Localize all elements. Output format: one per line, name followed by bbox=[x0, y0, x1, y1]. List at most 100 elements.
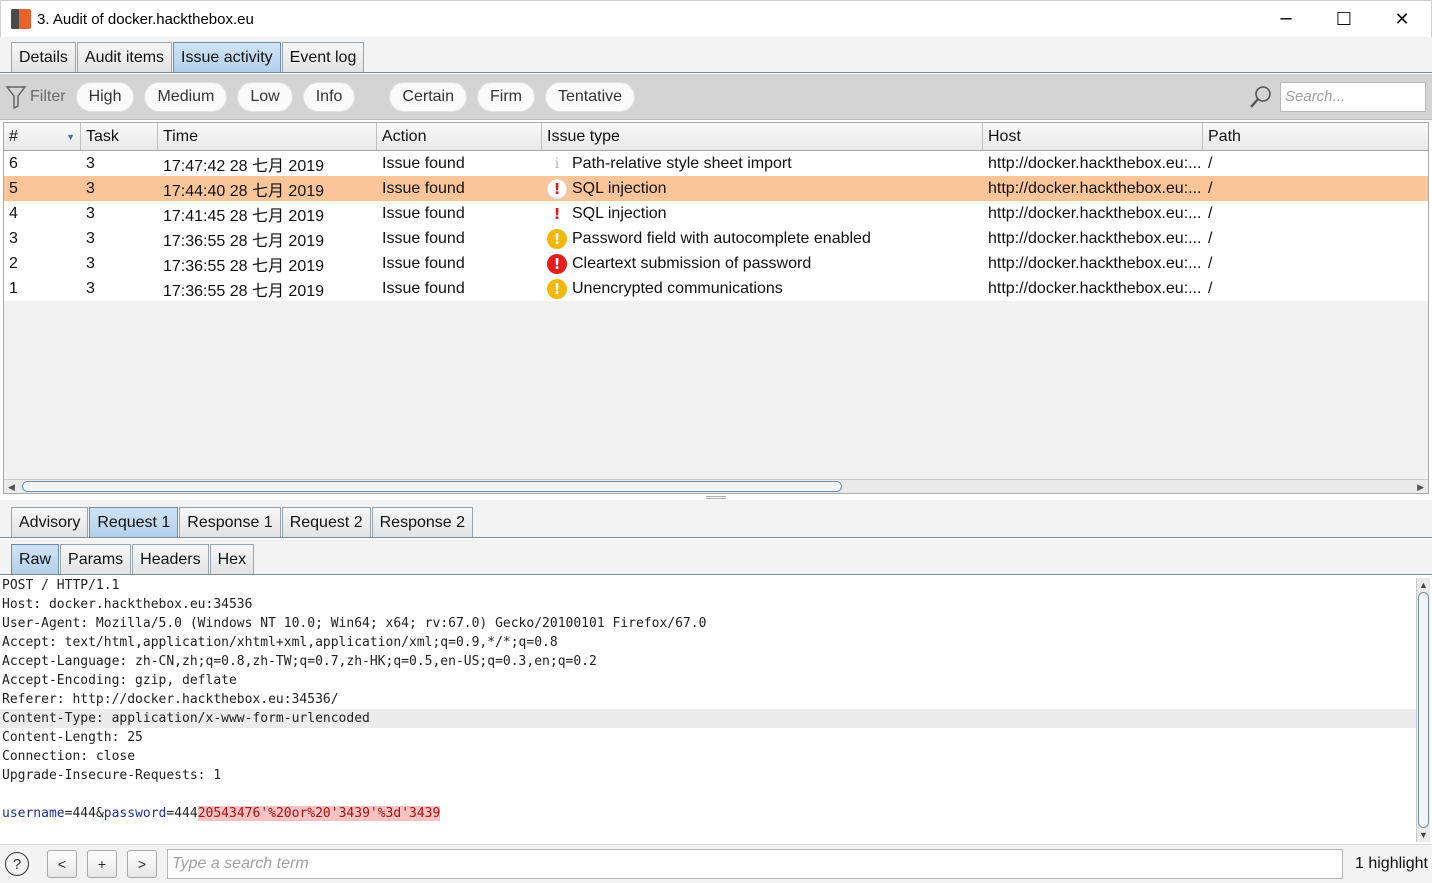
help-icon[interactable]: ? bbox=[5, 852, 29, 876]
window-titlebar: 3. Audit of docker.hackthebox.eu ─ ☐ ✕ bbox=[0, 0, 1432, 37]
issue-activity-table: # ▼ Task Time Action Issue type Host Path… bbox=[3, 122, 1429, 494]
severity-high-icon: ! bbox=[547, 178, 567, 199]
table-row[interactable]: 2 3 17:36:55 28 七月 2019 Issue found! Clearte… bbox=[4, 251, 1428, 276]
cell-action: Issue found bbox=[382, 229, 465, 247]
scrollbar-thumb[interactable] bbox=[22, 481, 842, 492]
vertical-scrollbar[interactable]: ▲ ▼ bbox=[1416, 578, 1430, 842]
burp-app-icon bbox=[11, 9, 31, 29]
cell-time: 17:44:40 28 七月 2019 bbox=[163, 182, 325, 200]
table-header: # ▼ Task Time Action Issue type Host Path bbox=[4, 123, 1428, 151]
column-header-task[interactable]: Task bbox=[81, 123, 158, 150]
cell-action: Issue found bbox=[382, 204, 465, 222]
cell-time: 17:36:55 28 七月 2019 bbox=[163, 282, 325, 300]
filter-label[interactable]: Filter bbox=[30, 88, 66, 106]
raw-request-line: Accept-Encoding: gzip, deflate bbox=[2, 673, 237, 688]
cell-host: http://docker.hackthebox.eu:... bbox=[988, 279, 1202, 297]
window-title: 3. Audit of docker.hackthebox.eu bbox=[37, 10, 254, 28]
raw-request-line: Host: docker.hackthebox.eu:34536 bbox=[2, 597, 253, 612]
cell-issue-type: ! SQL injection bbox=[542, 201, 983, 226]
cell-task: 3 bbox=[86, 254, 95, 272]
raw-request-line: Content-Length: 25 bbox=[2, 730, 143, 745]
raw-request-line: POST / HTTP/1.1 bbox=[2, 578, 120, 593]
cell-path: / bbox=[1208, 204, 1213, 222]
tab-advisory[interactable]: Advisory bbox=[11, 507, 89, 537]
table-row[interactable]: 3 3 17:36:55 28 七月 2019 Issue found! Passwor… bbox=[4, 226, 1428, 251]
issue-type-label: SQL injection bbox=[572, 179, 667, 197]
tab-audit-items[interactable]: Audit items bbox=[76, 42, 173, 72]
column-header-time[interactable]: Time bbox=[158, 123, 377, 150]
raw-request-editor[interactable]: POST / HTTP/1.1 Host: docker.hackthebox.e… bbox=[0, 576, 1416, 842]
close-button[interactable]: ✕ bbox=[1373, 1, 1431, 37]
previous-match-button[interactable]: < bbox=[47, 850, 77, 878]
tab-request-1[interactable]: Request 1 bbox=[89, 507, 179, 537]
cell-time: 17:41:45 28 七月 2019 bbox=[163, 207, 325, 225]
cell-path: / bbox=[1208, 154, 1213, 172]
tab-headers[interactable]: Headers bbox=[132, 544, 209, 574]
tab-response-1[interactable]: Response 1 bbox=[179, 507, 281, 537]
tab-details[interactable]: Details bbox=[11, 42, 76, 72]
tab-raw[interactable]: Raw bbox=[11, 544, 60, 574]
filter-chip-tentative[interactable]: Tentative bbox=[544, 81, 636, 112]
tab-params[interactable]: Params bbox=[60, 544, 132, 574]
table-row[interactable]: 5 3 17:44:40 28 七月 2019 Issue found! SQL inj… bbox=[4, 176, 1428, 201]
tab-issue-activity[interactable]: Issue activity bbox=[173, 42, 281, 72]
scrollbar-thumb[interactable] bbox=[1418, 592, 1429, 828]
column-header-path[interactable]: Path bbox=[1203, 123, 1428, 150]
maximize-button[interactable]: ☐ bbox=[1315, 1, 1373, 37]
severity-high-red-icon: ! bbox=[553, 204, 561, 223]
scroll-down-icon[interactable]: ▼ bbox=[1419, 830, 1428, 840]
filter-chip-firm[interactable]: Firm bbox=[477, 81, 535, 112]
scroll-up-icon[interactable]: ▲ bbox=[1419, 580, 1428, 590]
column-header-issue-type[interactable]: Issue type bbox=[542, 123, 983, 150]
param-name-username: username bbox=[2, 806, 65, 821]
filter-chip-info[interactable]: Info bbox=[302, 81, 356, 112]
column-header-host[interactable]: Host bbox=[983, 123, 1203, 150]
param-name-password: password bbox=[103, 806, 167, 821]
cell-time: 17:36:55 28 七月 2019 bbox=[163, 232, 325, 250]
table-row[interactable]: 6 3 17:47:42 28 七月 2019 Issue found i Path-re… bbox=[4, 151, 1428, 176]
tab-request-2[interactable]: Request 2 bbox=[281, 507, 371, 537]
next-match-button[interactable]: > bbox=[127, 850, 157, 878]
funnel-icon[interactable] bbox=[5, 85, 27, 109]
raw-request-line: Connection: close bbox=[2, 749, 136, 764]
raw-request-line bbox=[0, 785, 1416, 804]
table-row[interactable]: 1 3 17:36:55 28 七月 2019 Issue found! Unencry… bbox=[4, 276, 1428, 301]
issue-type-label: SQL injection bbox=[572, 204, 667, 222]
cell-path: / bbox=[1208, 179, 1213, 197]
column-header-number[interactable]: # ▼ bbox=[4, 123, 81, 150]
tab-event-log[interactable]: Event log bbox=[281, 42, 365, 72]
cell-host: http://docker.hackthebox.eu:... bbox=[988, 179, 1202, 197]
window-controls: ─ ☐ ✕ bbox=[1257, 1, 1431, 37]
issue-type-label: Cleartext submission of password bbox=[572, 254, 812, 272]
cell-host: http://docker.hackthebox.eu:... bbox=[988, 204, 1202, 222]
raw-request-line: Accept: text/html,application/xhtml+xml,… bbox=[2, 635, 558, 650]
filter-chip-certain[interactable]: Certain bbox=[389, 81, 467, 112]
cell-number: 4 bbox=[9, 204, 18, 222]
tab-response-2[interactable]: Response 2 bbox=[371, 507, 474, 537]
scroll-right-icon[interactable]: ▶ bbox=[1417, 480, 1424, 494]
request-body-line: username=444&password=44420543476'%20or%… bbox=[0, 804, 1416, 823]
split-pane-divider[interactable] bbox=[706, 496, 726, 499]
raw-request-line: User-Agent: Mozilla/5.0 (Windows NT 10.0… bbox=[2, 616, 707, 631]
cell-action: Issue found bbox=[382, 154, 465, 172]
scroll-left-icon[interactable]: ◀ bbox=[8, 480, 15, 494]
cell-path: / bbox=[1208, 254, 1213, 272]
minimize-button[interactable]: ─ bbox=[1257, 1, 1315, 37]
cell-number: 5 bbox=[9, 179, 18, 197]
search-input[interactable] bbox=[1280, 81, 1426, 112]
cell-task: 3 bbox=[86, 229, 95, 247]
severity-crit-icon: ! bbox=[547, 253, 567, 274]
filter-chip-low[interactable]: Low bbox=[237, 81, 293, 112]
horizontal-scrollbar[interactable]: ◀ ▶ bbox=[4, 479, 1428, 493]
column-header-action[interactable]: Action bbox=[377, 123, 542, 150]
filter-chip-high[interactable]: High bbox=[75, 81, 135, 112]
tab-hex[interactable]: Hex bbox=[209, 544, 255, 574]
search-term-input[interactable] bbox=[167, 849, 1343, 879]
injected-payload-highlight: 20543476'%20or%20'3439'%3d'3439 bbox=[197, 806, 441, 821]
filter-chip-medium[interactable]: Medium bbox=[144, 81, 228, 112]
search-options-button[interactable]: + bbox=[87, 850, 117, 878]
filter-bar: Filter High Medium Low Info Certain Firm… bbox=[0, 74, 1432, 120]
cell-issue-type: ! Cleartext submission of password bbox=[542, 251, 983, 276]
cell-time: 17:47:42 28 七月 2019 bbox=[163, 157, 325, 175]
table-row[interactable]: 4 3 17:41:45 28 七月 2019 Issue found! SQL inj… bbox=[4, 201, 1428, 226]
